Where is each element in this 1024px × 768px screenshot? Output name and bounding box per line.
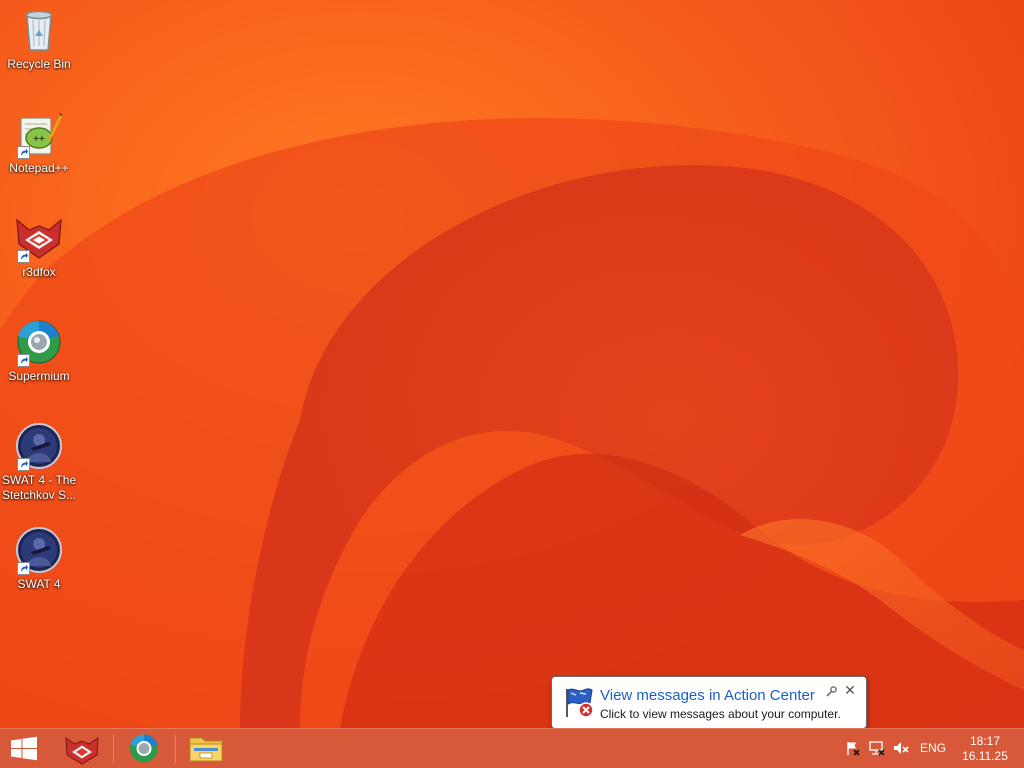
notification-text: Click to view messages about your comput…: [600, 707, 841, 721]
windows-start-icon: [11, 736, 37, 761]
desktop-icon-label: Notepad++: [9, 161, 69, 175]
desktop-icon-supermium[interactable]: Supermium: [0, 318, 78, 384]
taskbar-file-explorer[interactable]: [180, 729, 232, 768]
network-icon[interactable]: [868, 739, 886, 757]
input-language-indicator[interactable]: ENG: [920, 741, 946, 755]
desktop-icon-label: Supermium: [8, 369, 70, 383]
volume-muted-icon[interactable]: [892, 739, 910, 757]
wallpaper: [0, 0, 1024, 728]
svg-text:++: ++: [33, 134, 45, 145]
swat4-icon: [15, 526, 63, 575]
supermium-icon: [15, 318, 63, 367]
taskbar-separator: [113, 735, 114, 763]
desktop-icon-r3dfox[interactable]: r3dfox: [0, 214, 78, 280]
desktop-icon-swat4[interactable]: SWAT 4: [0, 526, 78, 592]
r3dfox-icon: [15, 214, 63, 263]
desktop-icon-recycle-bin[interactable]: Recycle Bin: [0, 6, 78, 72]
shortcut-arrow-icon: [17, 250, 30, 263]
notification-title[interactable]: View messages in Action Center: [600, 687, 815, 704]
taskbar-supermium[interactable]: [118, 729, 170, 768]
shortcut-arrow-icon: [17, 458, 30, 471]
clock-time: 18:17: [969, 734, 1001, 748]
taskbar-r3dfox[interactable]: [56, 729, 108, 768]
r3dfox-icon: [65, 737, 99, 765]
shortcut-arrow-icon: [17, 354, 30, 367]
shortcut-arrow-icon: [17, 146, 30, 159]
desktop-icon-label: SWAT 4: [17, 577, 61, 591]
supermium-icon: [130, 734, 158, 763]
file-explorer-icon: [189, 737, 223, 762]
desktop-icon-swat4-stetchkov[interactable]: SWAT 4 - The Stetchkov S...: [0, 422, 78, 503]
swat4-stetchkov-icon: [15, 422, 63, 471]
desktop-icon-notepad-plus-plus[interactable]: ++ Notepad++: [0, 110, 78, 176]
action-center-notification[interactable]: View messages in Action Center Click to …: [551, 676, 867, 728]
desktop-icon-label: Recycle Bin: [7, 57, 71, 71]
taskbar: ENG 18:17 16.11.25: [0, 728, 1024, 768]
taskbar-separator: [175, 735, 176, 763]
shortcut-arrow-icon: [17, 562, 30, 575]
desktop-icon-label: r3dfox: [22, 265, 56, 279]
desktop: Recycle Bin ++ Notepad++ r3dfox Supermiu…: [0, 0, 1024, 728]
action-center-flag-error-icon: [562, 685, 596, 719]
recycle-bin-icon: [15, 6, 63, 54]
wrench-icon[interactable]: [825, 685, 837, 697]
desktop-icon-label: SWAT 4 - The Stetchkov S...: [1, 473, 77, 502]
start-button[interactable]: [0, 729, 48, 768]
clock-date: 16.11.25: [962, 749, 1008, 763]
close-icon[interactable]: ✕: [843, 683, 857, 697]
clock[interactable]: 18:17 16.11.25: [958, 734, 1012, 764]
action-center-flag-icon[interactable]: [844, 739, 862, 757]
notepad-plus-plus-icon: ++: [15, 110, 63, 159]
